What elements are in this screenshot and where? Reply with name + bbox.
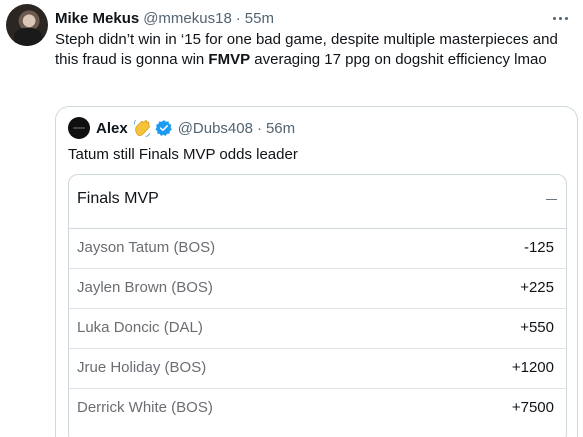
separator-dot: · <box>235 9 241 27</box>
player-odds: -125 <box>523 239 554 256</box>
player-name: Jrue Holiday (BOS) <box>77 359 207 376</box>
player-odds: +1200 <box>511 359 554 376</box>
more-dot-icon <box>564 16 568 20</box>
player-name: Jaylen Brown (BOS) <box>77 279 213 296</box>
odds-row: Luka Doncic (DAL) +550 <box>69 309 566 349</box>
player-name: Jayson Tatum (BOS) <box>77 239 216 256</box>
odds-card-title: Finals MVP <box>77 190 159 207</box>
more-dot-icon <box>558 16 562 20</box>
tweet: Mike Mekus @mmekus18 · 55m Steph didn’t … <box>0 0 583 437</box>
quoted-timestamp[interactable]: 56m <box>266 120 295 137</box>
verified-badge-icon <box>155 120 172 136</box>
author-handle[interactable]: @mmekus18 <box>143 10 232 27</box>
tweet-text-part2: averaging 17 ppg on dogshit efficiency l… <box>250 51 547 68</box>
minus-icon[interactable] <box>541 188 561 210</box>
odds-row: Jayson Tatum (BOS) -125 <box>69 229 566 269</box>
more-options-button[interactable] <box>545 5 575 31</box>
timestamp[interactable]: 55m <box>245 10 274 27</box>
player-odds: +7500 <box>511 399 554 416</box>
odds-row: Jaylen Brown (BOS) +225 <box>69 269 566 309</box>
quoted-tweet[interactable]: Alex @Dubs408 · 56m Tatum still Finals M… <box>55 106 578 437</box>
author-name[interactable]: Mike Mekus <box>55 10 139 27</box>
more-dot-icon <box>552 16 556 20</box>
odds-row: Jrue Holiday (BOS) +1200 <box>69 349 566 389</box>
quoted-author-avatar[interactable] <box>68 117 90 139</box>
quoted-author-handle[interactable]: @Dubs408 <box>178 120 253 137</box>
tweet-text: Steph didn’t win in ‘15 for one bad game… <box>55 30 575 70</box>
player-name: Derrick White (BOS) <box>77 399 213 416</box>
player-odds: +550 <box>520 319 554 336</box>
quoted-tweet-header: Alex @Dubs408 · 56m <box>68 117 295 139</box>
player-name: Luka Doncic (DAL) <box>77 319 203 336</box>
tweet-header: Mike Mekus @mmekus18 · 55m <box>55 7 274 29</box>
waving-hand-icon <box>133 119 150 138</box>
odds-card: Finals MVP Jayson Tatum (BOS) -125 Jayle… <box>68 174 567 437</box>
quoted-author-name[interactable]: Alex <box>96 120 128 137</box>
odds-row: Derrick White (BOS) +7500 <box>69 389 566 429</box>
odds-card-header: Finals MVP <box>69 175 566 229</box>
separator-dot: · <box>256 119 262 137</box>
player-odds: +225 <box>520 279 554 296</box>
tweet-text-bold: FMVP <box>208 51 251 68</box>
author-avatar[interactable] <box>6 4 48 46</box>
quoted-tweet-text: Tatum still Finals MVP odds leader <box>68 146 298 163</box>
